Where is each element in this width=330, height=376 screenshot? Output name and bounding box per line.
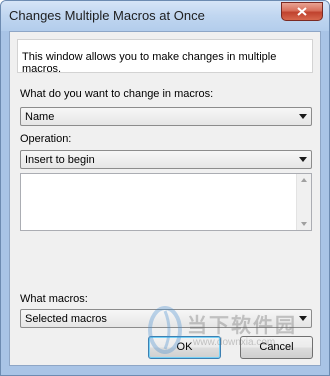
scroll-up-icon[interactable] bbox=[301, 178, 307, 182]
macros-value: Selected macros bbox=[25, 313, 107, 325]
dialog-content: This window allows you to make changes i… bbox=[9, 31, 321, 366]
title-bar[interactable]: Changes Multiple Macros at Once bbox=[1, 1, 329, 31]
cancel-button[interactable]: Cancel bbox=[240, 336, 313, 359]
operation-select[interactable]: Insert to begin bbox=[20, 150, 312, 169]
operation-text-area[interactable] bbox=[20, 173, 312, 231]
window-title: Changes Multiple Macros at Once bbox=[9, 8, 205, 23]
macros-select[interactable]: Selected macros bbox=[20, 309, 312, 328]
operation-value: Insert to begin bbox=[25, 154, 95, 166]
change-field-select[interactable]: Name bbox=[20, 107, 312, 126]
operation-label: Operation: bbox=[20, 133, 72, 145]
chevron-down-icon bbox=[299, 157, 307, 162]
dialog-window: Changes Multiple Macros at Once This win… bbox=[0, 0, 330, 376]
macros-label: What macros: bbox=[20, 293, 88, 305]
scroll-down-icon[interactable] bbox=[301, 222, 307, 226]
info-text: This window allows you to make changes i… bbox=[22, 51, 277, 75]
vertical-scrollbar[interactable] bbox=[296, 174, 311, 230]
change-field-value: Name bbox=[25, 111, 55, 123]
change-field-label: What do you want to change in macros: bbox=[20, 88, 214, 100]
chevron-down-icon bbox=[299, 316, 307, 321]
info-panel: This window allows you to make changes i… bbox=[17, 39, 313, 75]
close-icon bbox=[297, 7, 307, 16]
chevron-down-icon bbox=[299, 114, 307, 119]
close-button[interactable] bbox=[281, 2, 323, 21]
ok-button[interactable]: OK bbox=[148, 336, 221, 359]
